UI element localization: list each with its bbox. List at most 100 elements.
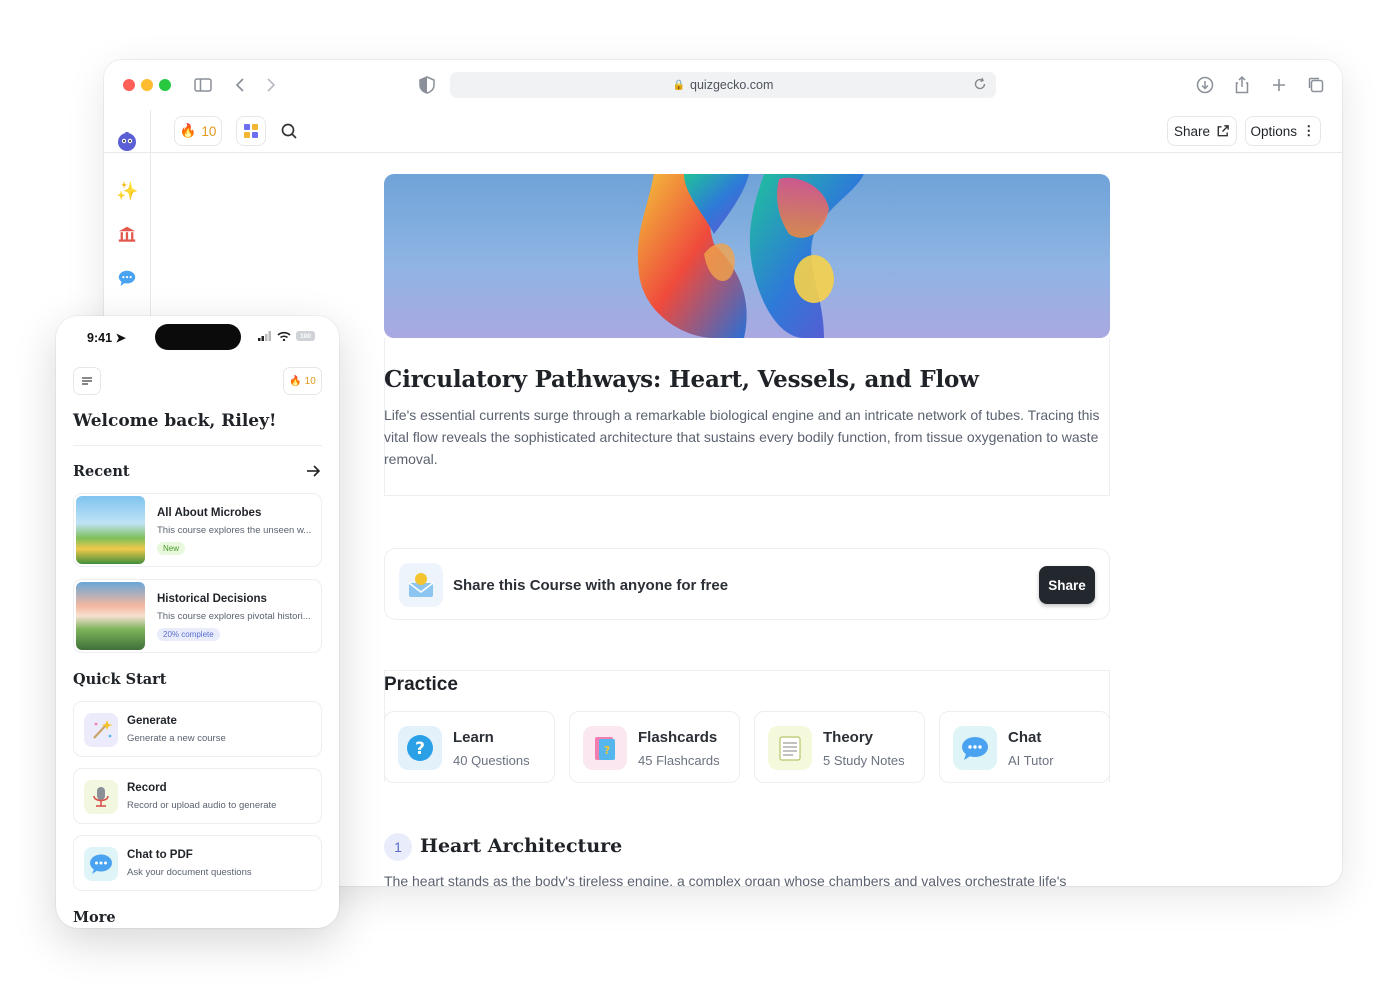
quick-start-generate[interactable]: Generate Generate a new course: [73, 701, 322, 757]
course-hero-image: [384, 174, 1110, 338]
recent-course-description: This course explores pivotal histori...: [157, 611, 311, 622]
phone-streak-count: 10: [304, 375, 316, 387]
study-notes-icon: [768, 726, 812, 770]
chat-bubble-icon[interactable]: [116, 268, 138, 290]
location-arrow-icon: ➤: [115, 331, 126, 345]
divider: [73, 445, 322, 446]
apps-grid-icon: [244, 124, 258, 138]
progress-badge: 20% complete: [157, 628, 220, 641]
lock-icon: 🔒: [672, 79, 686, 91]
flame-icon: 🔥: [179, 123, 197, 138]
quick-start-subtitle: Record or upload audio to generate: [127, 800, 277, 811]
forward-icon[interactable]: [259, 74, 281, 96]
status-time: 9:41 ➤: [87, 331, 126, 345]
practice-card-subtitle: 40 Questions: [453, 753, 530, 768]
status-badge: New: [157, 542, 186, 555]
recent-course-title: All About Microbes: [157, 507, 262, 519]
tab-overview-icon[interactable]: [1305, 74, 1327, 96]
close-window-button[interactable]: [123, 79, 135, 91]
practice-card-subtitle: 5 Study Notes: [823, 753, 905, 768]
battery-icon: 100: [296, 331, 315, 341]
dynamic-island: [155, 324, 241, 350]
phone-streak-chip[interactable]: 🔥 10: [283, 367, 322, 395]
kebab-menu-icon: ⋮: [1302, 123, 1316, 138]
flashcards-icon: ?: [583, 726, 627, 770]
menu-icon: [82, 377, 92, 385]
arrow-right-icon[interactable]: [304, 462, 322, 480]
minimize-window-button[interactable]: [141, 79, 153, 91]
wifi-icon: [277, 331, 291, 341]
practice-card-title: Learn: [453, 729, 494, 746]
share-card-text: Share this Course with anyone for free: [453, 577, 729, 594]
practice-title: Practice: [384, 674, 458, 695]
privacy-shield-icon[interactable]: [416, 74, 438, 96]
course-title: Circulatory Pathways: Heart, Vessels, an…: [384, 366, 979, 393]
quick-start-title: Chat to PDF: [127, 849, 193, 861]
flame-icon: 🔥: [289, 375, 302, 387]
course-description: Life's essential currents surge through …: [384, 407, 1100, 467]
recent-course-title: Historical Decisions: [157, 593, 267, 605]
course-thumbnail: [76, 496, 145, 564]
microphone-icon: [84, 780, 118, 814]
practice-card-flashcards[interactable]: ? Flashcards 45 Flashcards: [569, 711, 740, 783]
search-icon: [281, 123, 297, 139]
quick-start-chat-to-pdf[interactable]: Chat to PDF Ask your document questions: [73, 835, 322, 891]
more-heading: More: [73, 909, 116, 926]
downloads-icon[interactable]: [1194, 74, 1216, 96]
course-thumbnail: [76, 582, 145, 650]
recent-heading: Recent: [73, 463, 130, 480]
practice-card-title: Flashcards: [638, 729, 718, 746]
section-number-badge: 1: [384, 833, 412, 861]
cellular-signal-icon: [258, 331, 271, 341]
options-button[interactable]: Options ⋮: [1245, 116, 1321, 146]
hamburger-menu-button[interactable]: [73, 367, 101, 395]
magic-wand-icon: [84, 713, 118, 747]
search-button[interactable]: [274, 116, 304, 146]
chat-bubble-icon: [84, 847, 118, 881]
apps-grid-button[interactable]: [236, 116, 266, 146]
welcome-heading: Welcome back, Riley!: [73, 411, 277, 431]
options-button-label: Options: [1250, 123, 1298, 139]
library-icon[interactable]: [116, 224, 138, 246]
address-bar[interactable]: 🔒 quizgecko.com: [450, 72, 996, 98]
new-tab-icon[interactable]: [1268, 74, 1290, 96]
practice-card-chat[interactable]: Chat AI Tutor: [939, 711, 1110, 783]
zoom-window-button[interactable]: [159, 79, 171, 91]
share-button[interactable]: Share: [1167, 116, 1237, 146]
practice-card-learn[interactable]: ? Learn 40 Questions: [384, 711, 555, 783]
quick-start-heading: Quick Start: [73, 671, 167, 688]
magic-wand-icon[interactable]: ✨: [116, 180, 138, 202]
quick-start-subtitle: Generate a new course: [127, 733, 226, 744]
practice-card-subtitle: AI Tutor: [1008, 753, 1054, 768]
status-icons: 100: [258, 331, 315, 341]
streak-chip[interactable]: 🔥 10: [174, 116, 222, 146]
practice-card-theory[interactable]: Theory 5 Study Notes: [754, 711, 925, 783]
quick-start-title: Generate: [127, 715, 177, 727]
streak-count: 10: [201, 123, 217, 139]
quick-start-record[interactable]: Record Record or upload audio to generat…: [73, 768, 322, 824]
question-mark-icon: ?: [398, 726, 442, 770]
share-page-icon[interactable]: [1231, 74, 1253, 96]
share-course-button[interactable]: Share: [1039, 566, 1095, 604]
share-envelope-icon: [399, 563, 443, 607]
recent-course-description: This course explores the unseen w...: [157, 525, 312, 536]
svg-text:?: ?: [604, 744, 610, 757]
browser-titlebar: 🔒 quizgecko.com: [104, 60, 1342, 110]
chat-tutor-icon: [953, 726, 997, 770]
recent-course-card[interactable]: All About Microbes This course explores …: [73, 493, 322, 567]
sidebar-toggle-icon[interactable]: [192, 74, 214, 96]
practice-card-subtitle: 45 Flashcards: [638, 753, 720, 768]
practice-card-title: Theory: [823, 729, 874, 746]
back-icon[interactable]: [230, 74, 252, 96]
phone-mockup: 9:41 ➤ 100 🔥 10 Welcome back, Riley! Rec…: [56, 316, 339, 928]
quick-start-title: Record: [127, 782, 167, 794]
share-button-label: Share: [1173, 123, 1211, 139]
url-text: quizgecko.com: [690, 78, 774, 92]
gecko-logo-icon[interactable]: [116, 130, 138, 152]
share-course-card: Share this Course with anyone for free S…: [384, 548, 1110, 620]
external-link-icon: [1217, 124, 1229, 136]
recent-course-card[interactable]: Historical Decisions This course explore…: [73, 579, 322, 653]
practice-card-title: Chat: [1008, 729, 1042, 746]
svg-text:?: ?: [415, 739, 425, 759]
reload-icon[interactable]: [972, 76, 988, 92]
